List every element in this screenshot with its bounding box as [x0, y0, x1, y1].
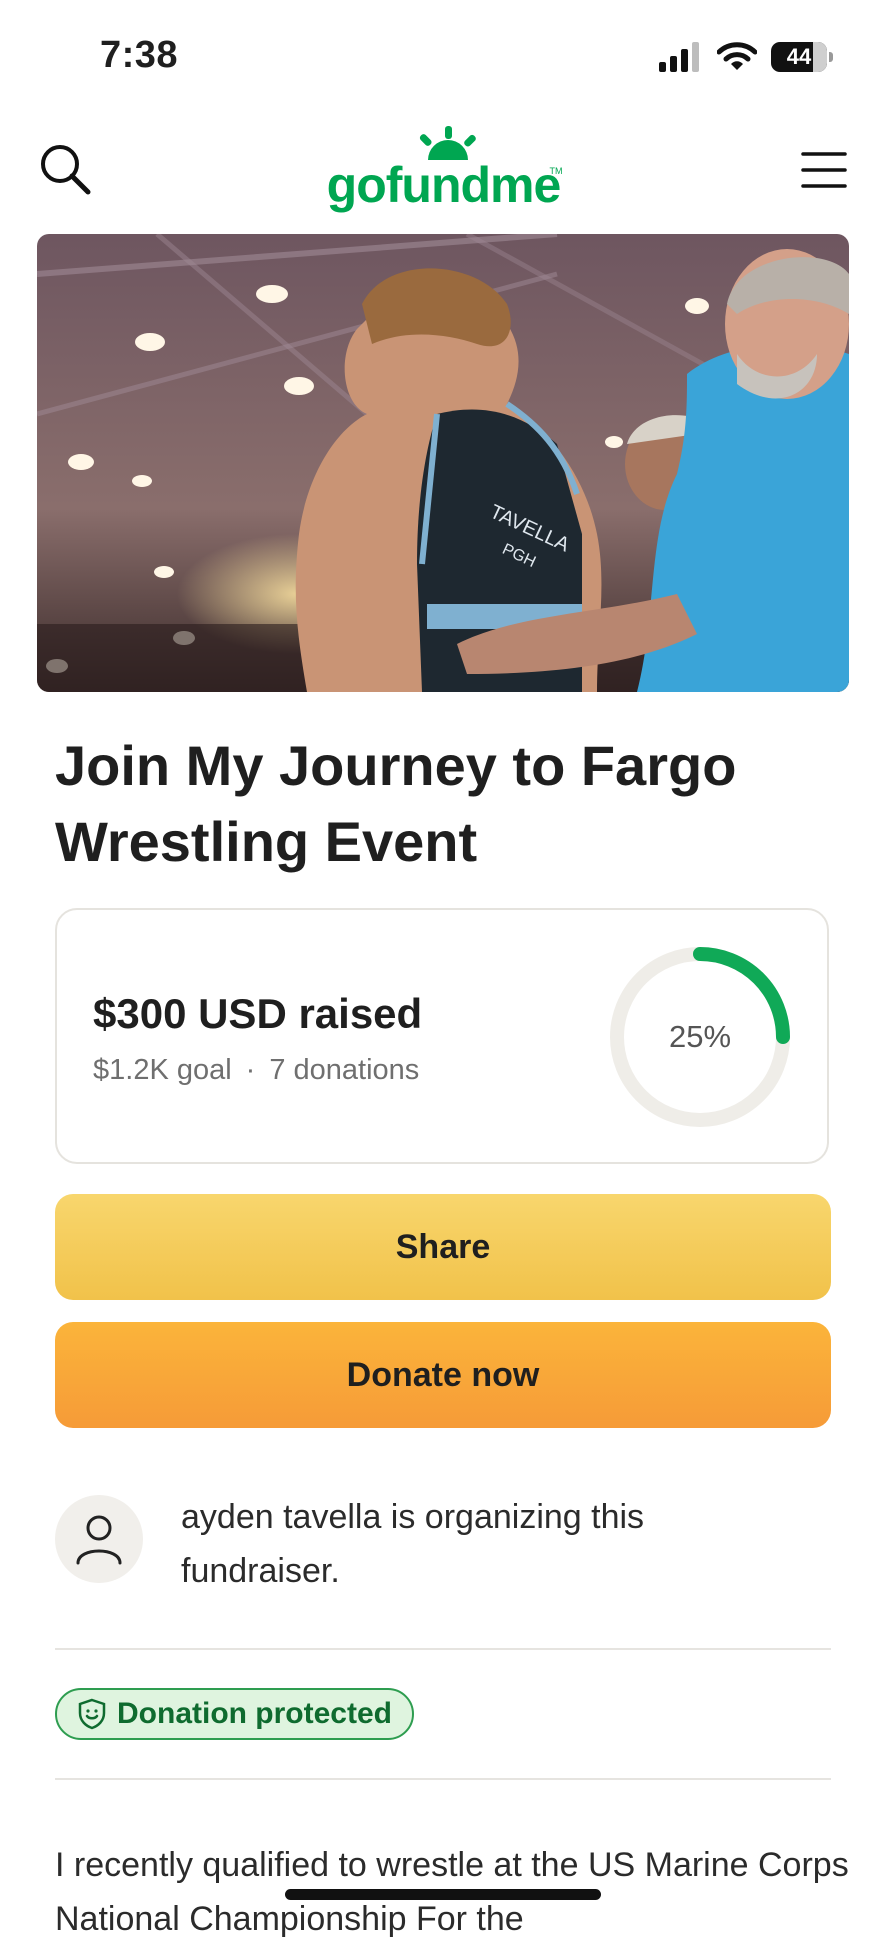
wifi-icon [717, 42, 757, 70]
donate-now-button[interactable]: Donate now [55, 1322, 831, 1428]
header: gofundme TM [0, 120, 887, 220]
shield-icon [78, 1698, 106, 1730]
goal-summary: $1.2K goal · 7 donations [93, 1054, 419, 1087]
search-icon[interactable] [38, 142, 92, 196]
goal-amount: $1.2K goal [93, 1054, 232, 1086]
amount-raised: $300 USD raised [93, 990, 423, 1037]
battery-icon: 44 [771, 42, 833, 72]
logo-wordmark: gofundme [326, 157, 562, 213]
wrestling-photo: TAVELLA PGH [37, 234, 849, 692]
gofundme-logo[interactable]: gofundme TM [319, 126, 569, 216]
home-indicator [285, 1889, 601, 1900]
status-bar: 7:38 44 [0, 0, 887, 110]
status-time: 7:38 [100, 34, 179, 76]
divider [55, 1778, 831, 1780]
organizer-text: ayden tavella is organizing this fundrai… [181, 1498, 645, 1590]
trademark-mark: TM [549, 166, 563, 176]
separator-dot: · [245, 1054, 256, 1086]
organizer-avatar[interactable] [55, 1495, 143, 1583]
cellular-signal-icon [659, 42, 699, 72]
battery-level: 44 [786, 44, 812, 69]
share-button[interactable]: Share [55, 1194, 831, 1300]
donation-protected-badge[interactable]: Donation protected [55, 1688, 414, 1740]
hamburger-menu-icon[interactable] [801, 150, 847, 190]
progress-card: $300 USD raised $1.2K goal · 7 donations 2… [55, 908, 829, 1164]
organizer-info: ayden tavella is organizing this fundrai… [55, 1490, 831, 1600]
badge-label: Donation protected [117, 1697, 392, 1730]
status-icons: 44 [659, 42, 833, 72]
donation-count[interactable]: 7 donations [269, 1054, 419, 1086]
user-icon [76, 1515, 122, 1565]
campaign-hero-image[interactable]: TAVELLA PGH [37, 234, 849, 692]
divider [55, 1648, 831, 1650]
progress-percent: 25% [668, 1019, 732, 1054]
campaign-title: Join My Journey to Fargo Wrestling Event [55, 734, 737, 873]
